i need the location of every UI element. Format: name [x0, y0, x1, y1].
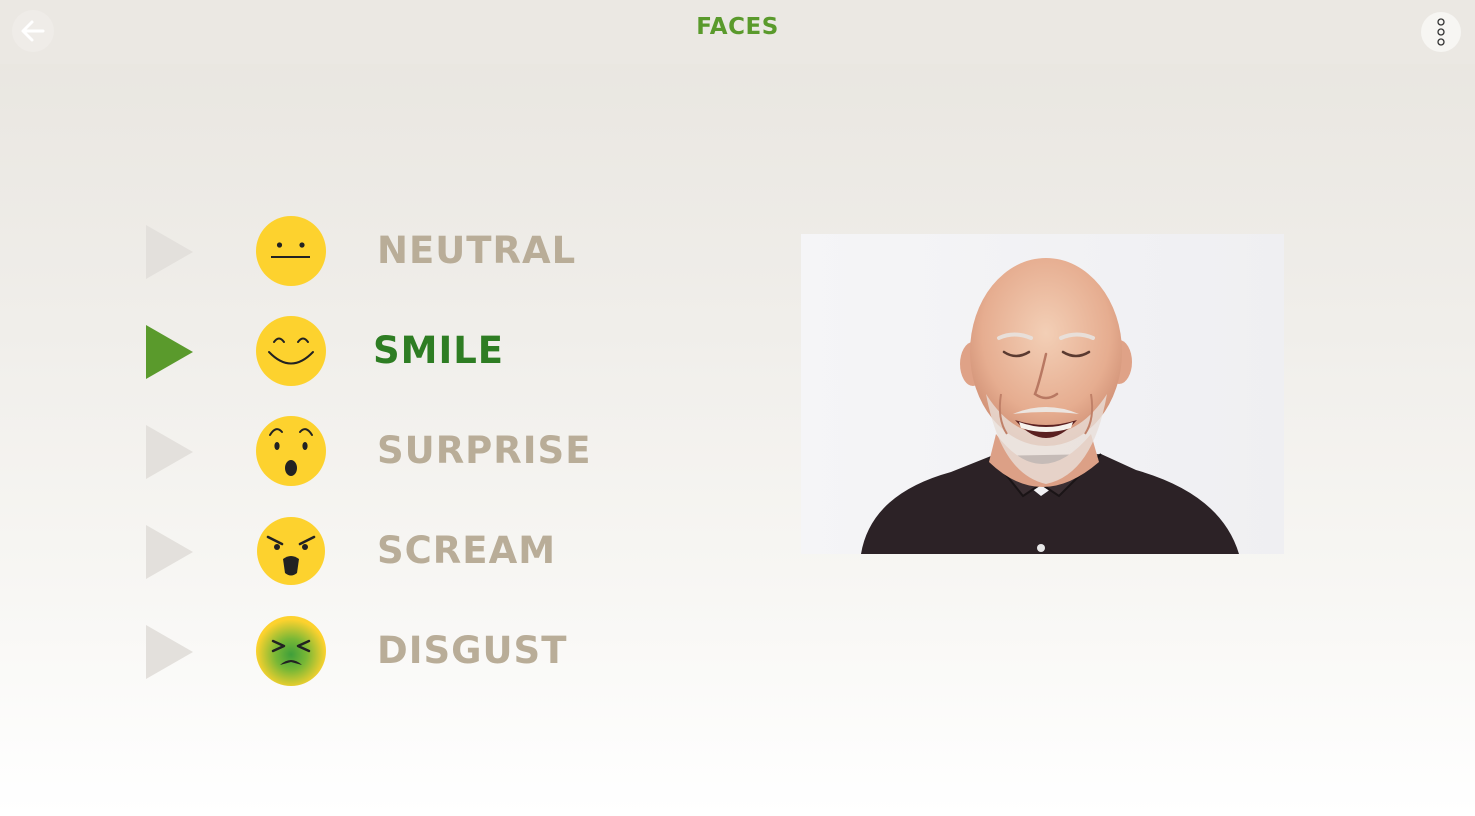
- face-label: SCREAM: [377, 529, 557, 572]
- face-label: NEUTRAL: [377, 229, 577, 272]
- play-icon[interactable]: [146, 425, 193, 479]
- smiling-elderly-man-photo: [801, 234, 1284, 554]
- face-item-disgust[interactable]: DISGUST: [140, 611, 620, 691]
- play-icon[interactable]: [146, 325, 193, 379]
- face-item-surprise[interactable]: SURPRISE: [140, 411, 620, 491]
- vertical-dots-icon: [1437, 18, 1445, 46]
- face-item-smile[interactable]: SMILE: [140, 311, 620, 391]
- scream-face-icon: [257, 517, 325, 585]
- page-title: FACES: [696, 14, 779, 40]
- face-item-neutral[interactable]: NEUTRAL: [140, 211, 620, 291]
- neutral-face-icon: [256, 216, 326, 286]
- play-icon[interactable]: [146, 525, 193, 579]
- play-icon[interactable]: [146, 225, 193, 279]
- surprise-face-icon: [256, 416, 326, 486]
- top-app-bar: FACES: [0, 0, 1475, 64]
- face-label: SURPRISE: [377, 429, 592, 472]
- smile-face-icon: [256, 316, 326, 386]
- photo-illustration: [801, 234, 1284, 554]
- play-icon[interactable]: [146, 625, 193, 679]
- more-options-button[interactable]: [1421, 12, 1461, 52]
- disgust-face-icon: [256, 616, 326, 686]
- face-label: DISGUST: [377, 629, 568, 672]
- face-item-scream[interactable]: SCREAM: [140, 511, 620, 591]
- face-label: SMILE: [373, 329, 505, 372]
